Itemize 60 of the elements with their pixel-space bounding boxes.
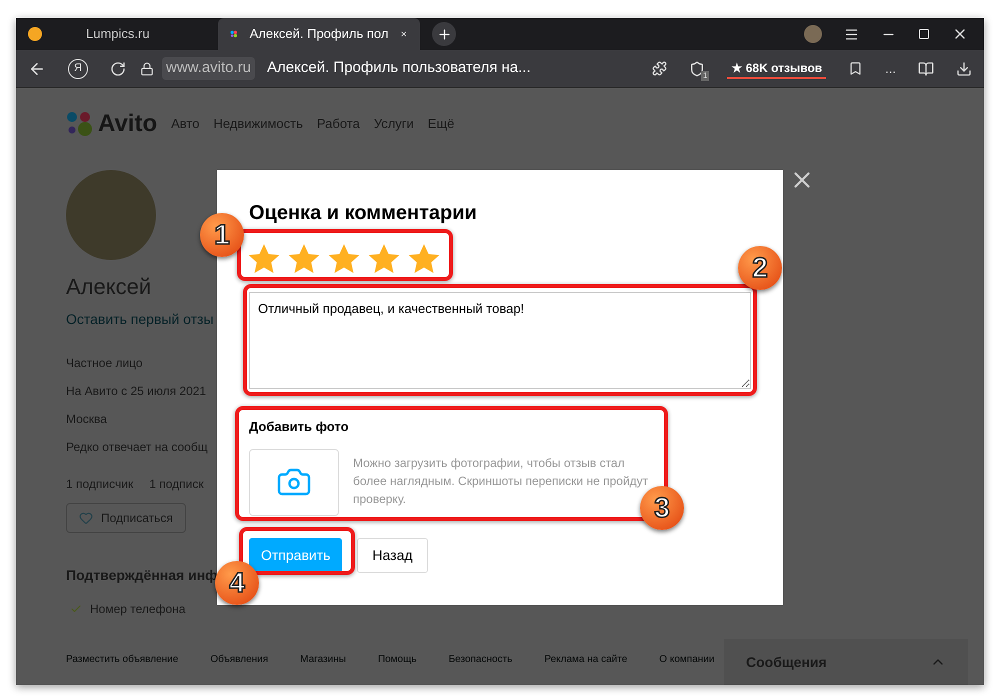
nav-link[interactable]: Услуги [374, 114, 414, 134]
dialog-title: Оценка и комментарии [249, 201, 477, 226]
back-button[interactable]: Назад [357, 538, 428, 572]
info-text: Москва [66, 411, 108, 428]
verified-heading: Подтверждённая инф [66, 566, 218, 585]
info-text: Частное лицо [66, 355, 144, 372]
browser-tab[interactable]: Lumpics.ru [16, 18, 218, 50]
nav-link[interactable]: Авто [171, 114, 200, 134]
subscribe-button[interactable]: Подписаться [66, 503, 186, 533]
tab-title: Lumpics.ru [86, 25, 150, 44]
reload-icon[interactable] [110, 60, 126, 76]
menu-icon[interactable] [844, 26, 859, 42]
subscribers-text[interactable]: 1 подписчик [66, 475, 134, 493]
puzzle-icon[interactable] [652, 61, 668, 76]
subscribers-text[interactable]: 1 подписк [149, 475, 204, 493]
star-icon[interactable] [287, 242, 321, 276]
review-link[interactable]: Оставить первый отзы [66, 309, 214, 330]
domain-text[interactable]: www.avito.ru [162, 57, 256, 80]
comment-field[interactable]: Отличный продавец, и качественный товар! [249, 292, 751, 389]
maximize-icon[interactable] [918, 28, 930, 40]
browser-tab[interactable]: Алексей. Профиль пол [218, 18, 420, 50]
star-icon[interactable] [367, 242, 401, 276]
shield-icon[interactable] [689, 60, 706, 76]
footer-link[interactable]: Помощь [378, 652, 417, 667]
lock-icon [140, 62, 154, 76]
bookmark-icon[interactable] [848, 61, 864, 76]
yandex-button[interactable]: Я [68, 58, 88, 78]
verified-item: Номер телефона [90, 601, 186, 618]
more-button[interactable]: ... [885, 58, 896, 78]
book-icon[interactable] [918, 60, 934, 76]
nav-link[interactable]: Ещё [428, 114, 454, 134]
footer-link[interactable]: Безопасность [448, 652, 512, 667]
plus-icon [436, 26, 452, 42]
logo-text[interactable]: Avito [98, 106, 158, 142]
footer-link[interactable]: Реклама на сайте [544, 652, 628, 667]
footer-link[interactable]: О компании [659, 652, 714, 667]
submit-button[interactable]: Отправить [249, 538, 342, 572]
nav-link[interactable]: Недвижимость [213, 114, 303, 134]
photo-upload-button[interactable] [249, 448, 339, 516]
page-title-text: Алексей. Профиль пользователя на... [267, 58, 531, 78]
footer-link[interactable]: Разместить объявление [66, 652, 178, 667]
photo-section-title: Добавить фото [249, 418, 349, 436]
star-icon[interactable] [247, 242, 281, 276]
footer-link[interactable]: Объявления [210, 652, 268, 667]
nav-link[interactable]: Работа [316, 114, 360, 134]
heart-icon [79, 511, 93, 525]
profile-name: Алексей [66, 273, 152, 301]
check-icon [70, 603, 82, 615]
new-tab-button[interactable] [432, 22, 456, 46]
info-text: Редко отвечает на сообщ [66, 439, 208, 456]
reviews-badge[interactable]: ★ 68K отзывов [727, 58, 826, 78]
star-icon[interactable] [327, 242, 361, 276]
logo-dots-icon [66, 111, 94, 137]
footer-link[interactable]: Магазины [300, 652, 346, 667]
star-icon[interactable] [407, 242, 441, 276]
browser-logo-icon [28, 27, 42, 41]
extension-badge: 1 [700, 70, 710, 80]
info-text: На Авито с 25 июля 2021 [66, 383, 208, 400]
tab-title: Алексей. Профиль пол [250, 25, 388, 44]
download-icon[interactable] [956, 60, 972, 76]
